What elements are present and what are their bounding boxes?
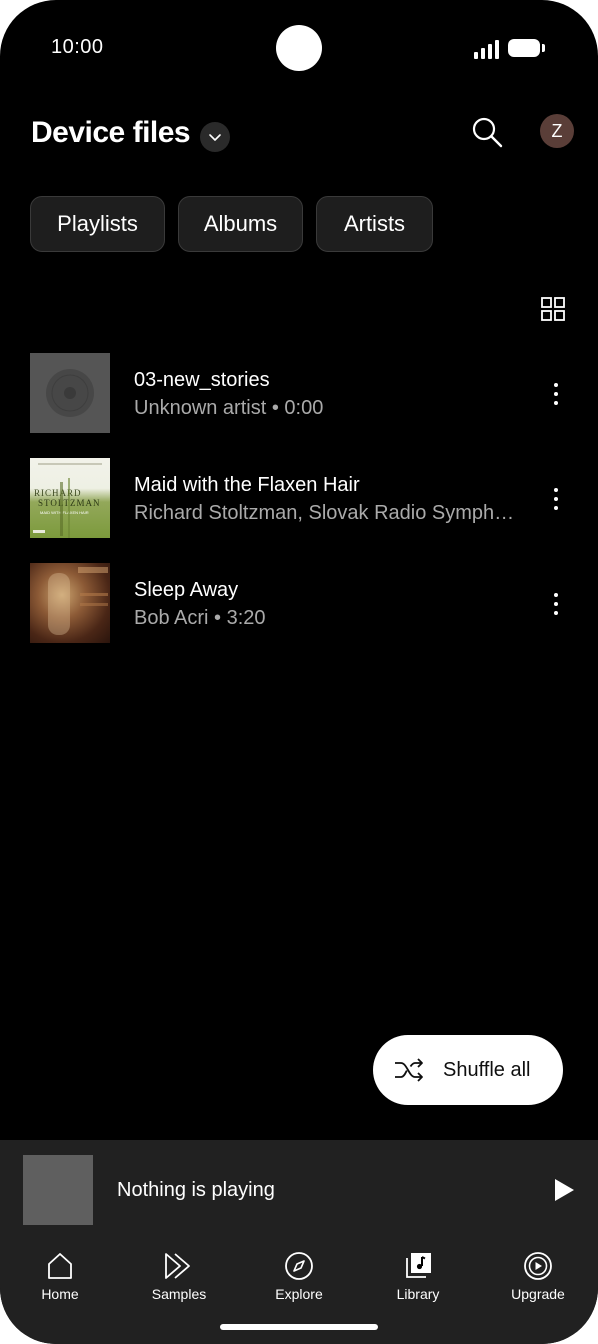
camera-cutout [276, 25, 322, 71]
nav-label: Explore [275, 1286, 323, 1302]
shuffle-icon [395, 1058, 423, 1082]
home-indicator [220, 1324, 378, 1330]
track-row[interactable]: RICHARD STOLTZMAN MAID WITH FLAXEN HAIR … [0, 458, 598, 540]
home-icon [48, 1253, 72, 1279]
battery-tip [542, 44, 545, 52]
more-options-icon[interactable] [544, 591, 568, 617]
track-row[interactable]: Sleep Away Bob Acri • 3:20 [0, 563, 598, 645]
nav-library[interactable]: Library [368, 1250, 468, 1310]
more-options-icon[interactable] [544, 486, 568, 512]
track-title: Maid with the Flaxen Hair [134, 474, 360, 496]
page-title: Device files [31, 116, 191, 149]
nav-label: Home [41, 1286, 79, 1302]
library-icon [406, 1253, 431, 1278]
status-time: 10:00 [51, 36, 104, 58]
nav-label: Upgrade [511, 1286, 565, 1302]
signal-icon [474, 39, 500, 59]
nav-label: Samples [151, 1286, 207, 1302]
now-playing-text: Nothing is playing [117, 1179, 275, 1201]
grid-view-icon[interactable] [540, 296, 566, 322]
track-subtitle: Unknown artist • 0:00 [134, 397, 324, 419]
mini-player[interactable]: Nothing is playing [0, 1140, 598, 1240]
album-art-artist: RICHARD [34, 488, 82, 498]
nav-upgrade[interactable]: Upgrade [488, 1250, 588, 1310]
shuffle-all-button[interactable]: Shuffle all [373, 1035, 563, 1105]
avatar[interactable]: Z [540, 114, 574, 148]
phone-screen: 10:00 Device files Z Playlists Albums Ar… [0, 0, 598, 1344]
samples-icon [165, 1253, 190, 1279]
nav-label: Library [396, 1286, 440, 1302]
track-row[interactable]: 03-new_stories Unknown artist • 0:00 [0, 353, 598, 435]
placeholder-disc-art [30, 353, 110, 433]
track-title: 03-new_stories [134, 369, 270, 391]
chip-albums[interactable]: Albums [178, 196, 303, 252]
shuffle-all-label: Shuffle all [443, 1059, 531, 1081]
play-icon[interactable] [552, 1177, 576, 1203]
upgrade-icon [524, 1252, 552, 1280]
mini-player-art [23, 1155, 93, 1225]
explore-icon [285, 1252, 313, 1280]
more-options-icon[interactable] [544, 381, 568, 407]
title-dropdown-button[interactable] [200, 122, 230, 152]
chip-artists[interactable]: Artists [316, 196, 433, 252]
chevron-down-icon [209, 134, 221, 141]
track-title: Sleep Away [134, 579, 239, 601]
album-art-title: MAID WITH FLAXEN HAIR [40, 510, 89, 515]
search-icon[interactable] [470, 115, 504, 149]
album-cover-piano [30, 563, 110, 643]
track-subtitle: Bob Acri • 3:20 [134, 607, 266, 629]
disc-icon [46, 369, 94, 417]
nav-explore[interactable]: Explore [249, 1250, 349, 1310]
track-subtitle: Richard Stoltzman, Slovak Radio Symphony… [134, 502, 524, 524]
album-cover-richard-stoltzman: RICHARD STOLTZMAN MAID WITH FLAXEN HAIR [30, 458, 110, 538]
nav-home[interactable]: Home [10, 1250, 110, 1310]
nav-samples[interactable]: Samples [129, 1250, 229, 1310]
battery-icon [508, 39, 540, 57]
chip-playlists[interactable]: Playlists [30, 196, 165, 252]
